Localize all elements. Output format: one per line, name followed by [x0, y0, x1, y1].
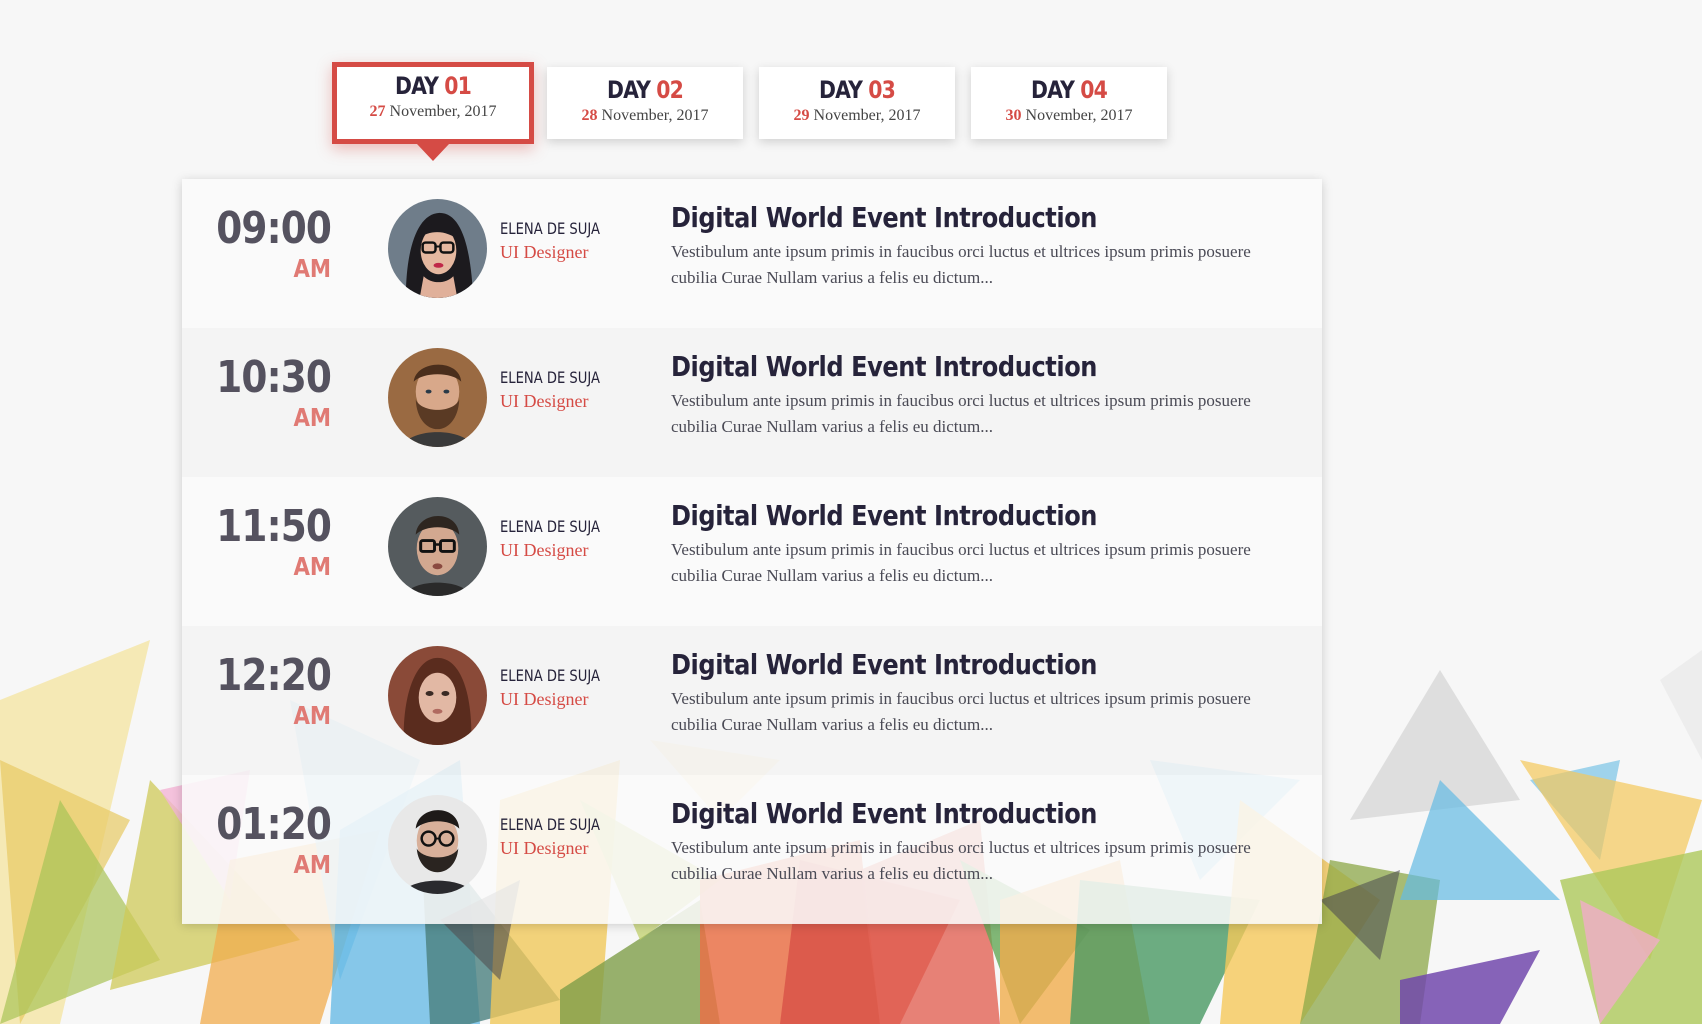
- speaker-role[interactable]: UI Designer: [500, 537, 622, 563]
- speaker-role[interactable]: UI Designer: [500, 835, 622, 861]
- session-details: Digital World Event Introduction Vestibu…: [671, 647, 1291, 738]
- session-clock: 12:20: [216, 650, 332, 701]
- session-title[interactable]: Digital World Event Introduction: [671, 349, 1204, 385]
- session-description: Vestibulum ante ipsum primis in faucibus…: [671, 242, 1251, 287]
- session-time: 11:50 AM: [196, 501, 332, 583]
- speaker-name: ELENA DE SUJA: [500, 368, 600, 387]
- session-details: Digital World Event Introduction Vestibu…: [671, 200, 1291, 291]
- tab-day-title: DAY 04: [1031, 76, 1108, 104]
- speaker-name: ELENA DE SUJA: [500, 815, 600, 834]
- schedule-item: 12:20 AM ELENA DE SUJA UI Designer Digit…: [182, 626, 1322, 775]
- session-clock: 01:20: [216, 799, 332, 850]
- session-clock: 10:30: [216, 352, 332, 403]
- schedule-item: 01:20 AM ELENA DE SUJA UI Designer Digit…: [182, 775, 1322, 924]
- tab-date: 27 November, 2017: [369, 103, 497, 120]
- tab-day-03[interactable]: DAY 03 29 November, 2017: [759, 67, 955, 139]
- man-with-beard-and-glasses-avatar: [388, 795, 487, 894]
- speaker-info: ELENA DE SUJA UI Designer: [500, 368, 622, 414]
- woman-with-glasses-avatar: [388, 199, 487, 298]
- speaker-info: ELENA DE SUJA UI Designer: [500, 815, 622, 861]
- speaker-name: ELENA DE SUJA: [500, 219, 600, 238]
- session-period: AM: [293, 403, 331, 432]
- active-tab-pointer: [417, 144, 449, 161]
- session-title[interactable]: Digital World Event Introduction: [671, 200, 1204, 236]
- session-time: 12:20 AM: [196, 650, 332, 732]
- session-period: AM: [293, 701, 331, 730]
- speaker-role[interactable]: UI Designer: [500, 239, 622, 265]
- schedule-item: 11:50 AM ELENA DE SUJA UI Designer Digit…: [182, 477, 1322, 626]
- woman-portrait-avatar: [388, 646, 487, 745]
- tab-day-title: DAY 03: [819, 76, 896, 104]
- tab-date: 29 November, 2017: [793, 107, 921, 124]
- speaker-name: ELENA DE SUJA: [500, 666, 600, 685]
- schedule-item: 10:30 AM ELENA DE SUJA UI Designer Digit…: [182, 328, 1322, 477]
- tab-day-01[interactable]: DAY 01 27 November, 2017: [332, 62, 534, 161]
- bearded-man-avatar: [388, 348, 487, 447]
- speaker-info: ELENA DE SUJA UI Designer: [500, 219, 622, 265]
- speaker-role[interactable]: UI Designer: [500, 388, 622, 414]
- session-time: 10:30 AM: [196, 352, 332, 434]
- session-period: AM: [293, 254, 331, 283]
- speaker-info: ELENA DE SUJA UI Designer: [500, 666, 622, 712]
- session-title[interactable]: Digital World Event Introduction: [671, 647, 1204, 683]
- session-period: AM: [293, 552, 331, 581]
- tab-day-title: DAY 02: [607, 76, 684, 104]
- session-clock: 09:00: [216, 203, 332, 254]
- session-description: Vestibulum ante ipsum primis in faucibus…: [671, 391, 1251, 436]
- session-title[interactable]: Digital World Event Introduction: [671, 498, 1204, 534]
- session-clock: 11:50: [216, 501, 332, 552]
- tab-date: 30 November, 2017: [1005, 107, 1133, 124]
- schedule-list: 09:00 AM ELENA DE SUJA UI Designer Digit…: [182, 179, 1322, 924]
- session-title[interactable]: Digital World Event Introduction: [671, 796, 1204, 832]
- speaker-role[interactable]: UI Designer: [500, 686, 622, 712]
- session-details: Digital World Event Introduction Vestibu…: [671, 349, 1291, 440]
- session-description: Vestibulum ante ipsum primis in faucibus…: [671, 689, 1251, 734]
- day-tabs: DAY 01 27 November, 2017 DAY 02 28 Novem…: [0, 0, 1702, 161]
- session-description: Vestibulum ante ipsum primis in faucibus…: [671, 540, 1251, 585]
- tab-day-title: DAY 01: [395, 72, 472, 100]
- tab-day-04[interactable]: DAY 04 30 November, 2017: [971, 67, 1167, 139]
- schedule-item: 09:00 AM ELENA DE SUJA UI Designer Digit…: [182, 179, 1322, 328]
- man-with-glasses-avatar: [388, 497, 487, 596]
- session-details: Digital World Event Introduction Vestibu…: [671, 796, 1291, 887]
- tab-date: 28 November, 2017: [581, 107, 709, 124]
- session-description: Vestibulum ante ipsum primis in faucibus…: [671, 838, 1251, 883]
- session-time: 09:00 AM: [196, 203, 332, 285]
- speaker-name: ELENA DE SUJA: [500, 517, 600, 536]
- speaker-info: ELENA DE SUJA UI Designer: [500, 517, 622, 563]
- session-period: AM: [293, 850, 331, 879]
- tab-day-02[interactable]: DAY 02 28 November, 2017: [547, 67, 743, 139]
- session-details: Digital World Event Introduction Vestibu…: [671, 498, 1291, 589]
- session-time: 01:20 AM: [196, 799, 332, 881]
